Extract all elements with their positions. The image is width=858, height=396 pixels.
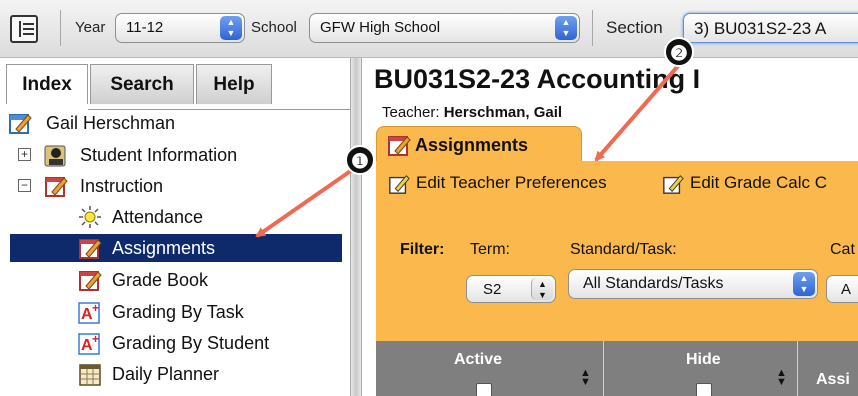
tree-user-label: Gail Herschman <box>46 113 176 133</box>
section-label: Section <box>606 18 663 37</box>
teacher-name: Herschman, Gail <box>443 104 563 121</box>
user-notepad-icon <box>9 114 32 134</box>
col-hide-label: Hide <box>686 351 721 368</box>
select-arrows-icon: ▲ ▼ <box>220 16 242 40</box>
tree-item-assignments[interactable]: Assignments <box>10 234 342 262</box>
collapse-icon[interactable]: − <box>18 179 31 192</box>
category-select-value: A <box>841 281 852 298</box>
tab-assignments[interactable]: Assignments <box>376 126 582 162</box>
standard-task-select[interactable]: All Standards/Tasks ▲ ▼ <box>568 269 818 299</box>
teacher-label: Teacher: <box>382 104 440 121</box>
course-title: BU031S2-23 Accounting I <box>374 64 701 94</box>
category-select[interactable]: A <box>826 275 858 303</box>
edit-grade-calc-label: Edit Grade Calc C <box>690 173 827 192</box>
annotation-badge-2: ❷ <box>664 37 694 67</box>
year-select-value: 11-12 <box>126 19 164 36</box>
tree-item-user[interactable]: Gail Herschman <box>8 109 338 137</box>
tab-search[interactable]: Search <box>90 64 194 104</box>
assignments-panel: Edit Teacher Preferences Edit Grade Calc… <box>376 161 858 396</box>
navigation-panel: Index Search Help Gail Herschman + Stude… <box>0 58 350 396</box>
col-assignment-label: Assi <box>816 371 850 388</box>
expand-icon[interactable]: + <box>18 148 31 161</box>
tab-index-label: Index <box>22 74 72 95</box>
tab-assignments-label: Assignments <box>415 135 529 155</box>
edit-notepad-icon <box>389 175 410 194</box>
tab-search-label: Search <box>110 74 174 95</box>
tab-index[interactable]: Index <box>6 64 88 104</box>
svg-text:+: + <box>92 332 99 346</box>
select-arrows-icon: ▲ ▼ <box>793 272 815 296</box>
standard-task-select-value: All Standards/Tasks <box>583 275 724 292</box>
edit-grade-calc-link[interactable]: Edit Grade Calc C <box>662 173 858 195</box>
assignments-grid-header: Active ▲ ▼ Hide ▲ ▼ Assi <box>376 341 858 396</box>
edit-teacher-preferences-link[interactable]: Edit Teacher Preferences <box>388 173 656 195</box>
tree-item-attendance[interactable]: Attendance <box>78 203 338 231</box>
tree-item-grading-by-student[interactable]: A + Grading By Student <box>78 329 338 357</box>
term-select-value: S2 <box>483 281 502 298</box>
active-checkbox[interactable] <box>476 383 492 396</box>
tree-grade-book-label: Grade Book <box>112 270 209 290</box>
tree-item-student-information[interactable]: + Student Information <box>18 141 338 169</box>
term-label: Term: <box>470 241 510 258</box>
tree-item-daily-planner[interactable]: Daily Planner <box>78 360 338 388</box>
annotation-badge-1: ❶ <box>345 145 375 175</box>
tree-grading-by-student-label: Grading By Student <box>112 333 270 353</box>
svg-text:+: + <box>92 301 99 315</box>
tree-item-grading-by-task[interactable]: A + Grading By Task <box>78 298 338 326</box>
select-arrows-icon: ▲ ▼ <box>531 278 553 300</box>
tree-daily-planner-label: Daily Planner <box>112 364 220 384</box>
school-select[interactable]: GFW High School ▲ ▼ <box>309 13 580 43</box>
toolbar-divider <box>592 10 593 46</box>
section-select[interactable]: 3) BU031S2-23 A <box>683 13 858 43</box>
attendance-sun-icon <box>79 206 101 228</box>
tree-assignments-label: Assignments <box>112 238 216 258</box>
col-assignment-header[interactable]: Assi <box>798 341 858 396</box>
section-select-value: 3) BU031S2-23 A <box>694 19 827 38</box>
instruction-notepad-icon <box>45 177 68 197</box>
student-icon <box>44 145 66 167</box>
grade-a-plus-icon: A + <box>78 332 100 355</box>
tree-grading-by-task-label: Grading By Task <box>112 302 244 322</box>
col-hide-header[interactable]: Hide ▲ ▼ <box>604 341 798 396</box>
nav-tabs: Index Search Help <box>0 64 350 110</box>
tree-instruction-label: Instruction <box>80 176 164 196</box>
tab-help-label: Help <box>213 74 255 95</box>
standard-task-label: Standard/Task: <box>570 241 677 258</box>
toolbar-divider <box>60 10 61 46</box>
tab-help[interactable]: Help <box>196 64 272 104</box>
tree-item-instruction[interactable]: − Instruction <box>18 172 338 200</box>
col-active-header[interactable]: Active ▲ ▼ <box>376 341 604 396</box>
grade-book-notepad-icon <box>79 271 102 291</box>
top-toolbar: Year 11-12 ▲ ▼ School GFW High School ▲ ▼ … <box>0 0 858 58</box>
year-label: Year <box>75 19 106 36</box>
menu-icon[interactable] <box>10 15 38 43</box>
year-select[interactable]: 11-12 ▲ ▼ <box>115 13 245 43</box>
school-select-value: GFW High School <box>320 19 441 36</box>
sort-icon[interactable]: ▲ ▼ <box>580 368 591 388</box>
hide-checkbox[interactable] <box>696 383 712 396</box>
edit-teacher-preferences-label: Edit Teacher Preferences <box>416 173 607 192</box>
tree-attendance-label: Attendance <box>112 207 204 227</box>
tree-student-information-label: Student Information <box>80 145 238 165</box>
sort-icon[interactable]: ▲ ▼ <box>776 368 787 388</box>
assignments-notepad-icon <box>79 239 102 259</box>
tree-item-grade-book[interactable]: Grade Book <box>78 266 338 294</box>
school-label: School <box>251 19 297 36</box>
term-select[interactable]: S2 ▲ ▼ <box>466 275 556 303</box>
category-label: Cat <box>830 241 855 258</box>
select-arrows-icon: ▲ ▼ <box>555 16 577 40</box>
main-content: BU031S2-23 Accounting I Teacher: Herschm… <box>362 58 858 396</box>
calendar-icon <box>79 364 101 386</box>
edit-notepad-icon <box>663 175 684 194</box>
teacher-line: Teacher: Herschman, Gail <box>382 104 562 121</box>
filter-label: Filter: <box>400 241 445 258</box>
col-active-label: Active <box>454 351 503 368</box>
grade-a-plus-icon: A + <box>78 301 100 324</box>
assignments-notepad-icon <box>388 136 411 156</box>
panel-splitter[interactable] <box>350 58 362 396</box>
